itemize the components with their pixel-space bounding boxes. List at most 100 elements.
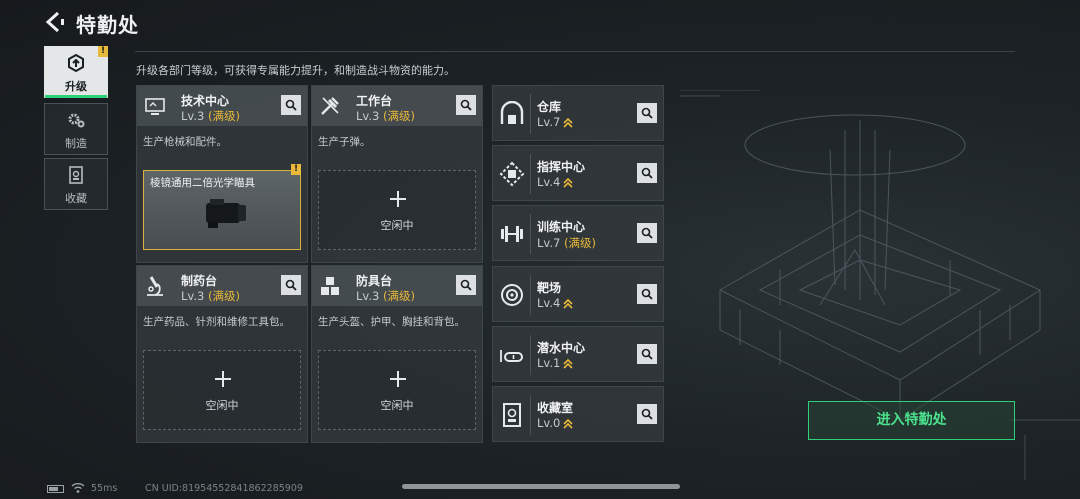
search-button[interactable] — [281, 95, 301, 115]
ping-value: 55ms — [91, 483, 118, 494]
divider — [530, 154, 531, 194]
max-level-tag: (满级) — [207, 109, 240, 123]
tab-upgrade[interactable]: ! 升级 — [44, 46, 108, 98]
department-name: 潜水中心 — [537, 341, 586, 355]
diving-mask-icon — [500, 350, 523, 362]
department-command-center[interactable]: 指挥中心 Lv.4 — [492, 145, 664, 201]
scope-icon — [206, 199, 246, 228]
department-collection-room[interactable]: 收藏室 Lv.0 — [492, 386, 664, 442]
production-slot[interactable]: 空闲中 — [143, 350, 301, 430]
description: 升级各部门等级，可获得专属能力提升，和制造战斗物资的能力。 — [136, 64, 455, 77]
card-title: 技术中心 — [181, 94, 230, 108]
divider — [530, 395, 531, 435]
card-header: 防具台 Lv.3 (满级) — [312, 266, 482, 306]
card-header: 工作台 Lv.3 (满级) — [312, 86, 482, 126]
search-button[interactable] — [637, 223, 657, 243]
production-slot[interactable]: 空闲中 — [318, 170, 476, 250]
upgrade-chevron-icon — [563, 298, 573, 309]
search-icon — [641, 167, 653, 179]
search-button[interactable] — [456, 95, 476, 115]
tab-label: 升级 — [65, 80, 87, 93]
search-button[interactable] — [637, 103, 657, 123]
department-level: Lv.1 — [537, 356, 573, 370]
workshop-tech-center[interactable]: 技术中心 Lv.3 (满级) 生产枪械和配件。 棱镜通用二倍光学瞄具 ! — [136, 85, 308, 263]
home-indicator[interactable] — [402, 484, 680, 489]
wifi-icon — [71, 483, 85, 493]
upgrade-chevron-icon — [563, 358, 573, 369]
safe-icon — [69, 166, 83, 184]
upgrade-chevron-icon — [563, 177, 573, 188]
card-description: 生产枪械和配件。 — [143, 136, 227, 148]
production-slot[interactable]: 空闲中 — [318, 350, 476, 430]
tab-craft[interactable]: 制造 — [44, 103, 108, 155]
back-arrow-icon[interactable] — [44, 10, 66, 34]
safe-icon — [503, 403, 521, 427]
card-level: Lv.3 (满级) — [356, 289, 415, 303]
card-description: 生产头盔、护甲、胸挂和背包。 — [318, 316, 465, 328]
search-icon — [285, 99, 297, 111]
card-header: 技术中心 Lv.3 (满级) — [137, 86, 307, 126]
upgrade-icon — [68, 53, 84, 73]
card-level: Lv.3 (满级) — [181, 109, 240, 123]
department-training-center[interactable]: 训练中心 Lv.7 (满级) — [492, 205, 664, 261]
department-name: 收藏室 — [537, 401, 574, 415]
department-warehouse[interactable]: 仓库 Lv.7 — [492, 85, 664, 141]
search-button[interactable] — [637, 284, 657, 304]
max-level-tag: (满级) — [382, 109, 415, 123]
department-level: Lv.0 — [537, 416, 573, 430]
upgrade-chevron-icon — [563, 418, 573, 429]
workshop-pharmacy[interactable]: 制药台 Lv.3 (满级) 生产药品、针剂和维修工具包。 空闲中 — [136, 265, 308, 443]
upgrade-chevron-icon — [563, 117, 573, 128]
department-level: Lv.7 (满级) — [537, 236, 596, 250]
search-button[interactable] — [456, 275, 476, 295]
search-icon — [641, 408, 653, 420]
department-level: Lv.7 — [537, 115, 573, 129]
alert-badge: ! — [291, 164, 301, 175]
battery-icon — [47, 485, 64, 493]
warehouse-icon — [500, 101, 524, 124]
department-name: 仓库 — [537, 100, 562, 114]
search-icon — [460, 279, 472, 291]
alert-badge: ! — [98, 46, 108, 57]
plus-icon — [390, 371, 406, 387]
search-icon — [285, 279, 297, 291]
production-slot[interactable]: 棱镜通用二倍光学瞄具 ! — [143, 164, 301, 250]
department-name: 靶场 — [537, 281, 562, 295]
search-icon — [641, 288, 653, 300]
header: 特勤处 — [0, 0, 1080, 44]
workshop-workbench[interactable]: 工作台 Lv.3 (满级) 生产子弹。 空闲中 — [311, 85, 483, 263]
department-diving-center[interactable]: 潜水中心 Lv.1 — [492, 326, 664, 382]
tab-label: 制造 — [65, 137, 87, 150]
divider — [530, 335, 531, 375]
search-icon — [641, 107, 653, 119]
workshop-armor-bench[interactable]: 防具台 Lv.3 (满级) 生产头盔、护甲、胸挂和背包。 空闲中 — [311, 265, 483, 443]
max-level-tag: (满级) — [382, 289, 415, 303]
tab-collection[interactable]: 收藏 — [44, 158, 108, 210]
search-icon — [641, 227, 653, 239]
slot-status: 空闲中 — [380, 399, 414, 412]
search-button[interactable] — [637, 344, 657, 364]
microscope-icon — [147, 276, 163, 296]
dumbbell-icon — [501, 226, 523, 242]
divider — [135, 51, 1015, 52]
enter-special-ops-button[interactable]: 进入特勤处 — [808, 401, 1015, 440]
search-button[interactable] — [637, 163, 657, 183]
target-icon — [501, 284, 523, 306]
search-button[interactable] — [637, 404, 657, 424]
command-icon — [499, 161, 525, 187]
cubes-icon — [321, 277, 339, 295]
max-level-tag: (满级) — [563, 236, 596, 250]
card-description: 生产药品、针剂和维修工具包。 — [143, 316, 290, 328]
department-shooting-range[interactable]: 靶场 Lv.4 — [492, 266, 664, 322]
plus-icon — [215, 371, 231, 387]
department-level: Lv.4 — [537, 296, 573, 310]
item-name: 棱镜通用二倍光学瞄具 — [150, 177, 255, 189]
card-level: Lv.3 (满级) — [181, 289, 240, 303]
card-title: 防具台 — [356, 274, 393, 288]
page-title: 特勤处 — [76, 13, 139, 37]
department-level: Lv.4 — [537, 175, 573, 189]
search-icon — [641, 348, 653, 360]
search-icon — [460, 99, 472, 111]
search-button[interactable] — [281, 275, 301, 295]
gear-icon — [68, 113, 85, 128]
